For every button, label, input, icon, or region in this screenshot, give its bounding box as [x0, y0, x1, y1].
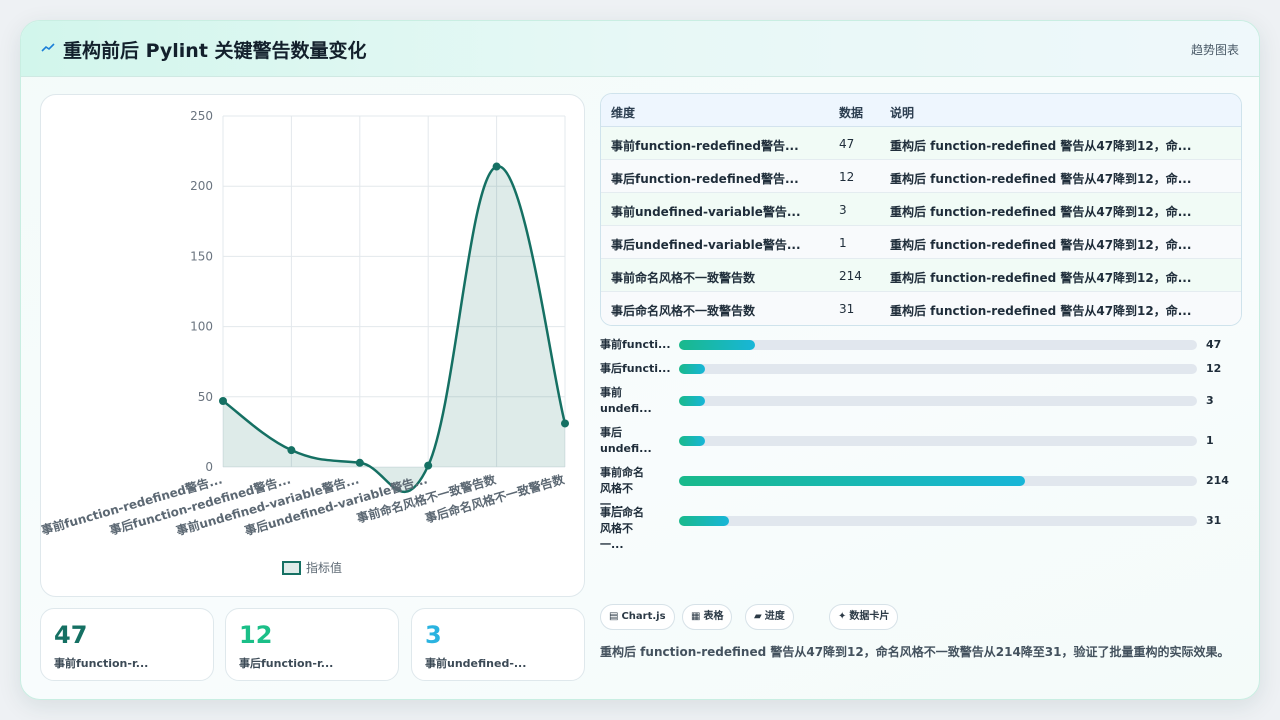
chip-1[interactable]: ▦ 表格 — [682, 604, 733, 630]
cell-note: 重构后 function-redefined 警告从47降到12，命... — [890, 139, 1192, 153]
y-tick-label: 200 — [190, 179, 213, 193]
chip-3[interactable]: ✦ 数据卡片 — [829, 604, 899, 630]
table-row: 事前undefined-variable警告... 3 重构后 function-r… — [601, 193, 1241, 226]
cell-note: 重构后 function-redefined 警告从47降到12，命... — [890, 172, 1192, 186]
y-tick-label: 0 — [205, 460, 213, 474]
progress-track — [679, 340, 1197, 350]
progress-label: 事后命名风格不一... — [600, 506, 644, 551]
progress-label: 事前undefi... — [600, 386, 652, 415]
kpi-label: 事前undefined-... — [425, 657, 527, 670]
header-note: 说明 — [890, 106, 915, 120]
table-row: 事后undefined-variable警告... 1 重构后 function-r… — [601, 226, 1241, 259]
trend-icon — [41, 43, 55, 52]
line-chart: 050100150200250事前function-redefined警告...… — [41, 109, 569, 575]
header-dimension: 维度 — [611, 106, 636, 120]
progress-value: 214 — [1206, 474, 1229, 487]
table-row: 事前命名风格不一致警告数 214 重构后 function-redefined 警告… — [601, 259, 1241, 292]
table-row: 事后命名风格不一致警告数 31 重构后 function-redefined 警告从… — [601, 292, 1241, 325]
cell-value: 47 — [839, 137, 855, 151]
header-data: 数据 — [839, 106, 864, 120]
progress-fill — [679, 516, 730, 526]
kpi-label: 事后function-r... — [239, 657, 334, 670]
data-point — [492, 162, 501, 171]
progress-track — [679, 364, 1197, 374]
data-point — [355, 458, 364, 467]
cell-note: 重构后 function-redefined 警告从47降到12，命... — [890, 205, 1192, 219]
progress-value: 3 — [1206, 394, 1214, 407]
chip-label: Chart.js — [621, 611, 666, 622]
progress-value: 31 — [1206, 514, 1222, 527]
cell-dimension: 事后function-redefined警告... — [611, 172, 799, 186]
kpi-value: 47 — [54, 621, 88, 649]
cell-value: 31 — [839, 302, 855, 316]
progress-value: 1 — [1206, 434, 1214, 447]
sparkle-icon: ✦ — [838, 611, 847, 622]
cell-dimension: 事后命名风格不一致警告数 — [611, 304, 756, 318]
cell-note: 重构后 function-redefined 警告从47降到12，命... — [890, 238, 1192, 252]
y-tick-label: 50 — [198, 390, 213, 404]
cell-note: 重构后 function-redefined 警告从47降到12，命... — [890, 304, 1192, 318]
legend-swatch — [282, 561, 301, 575]
data-point — [287, 446, 296, 455]
progress-track — [679, 516, 1197, 526]
cell-value: 1 — [839, 236, 847, 250]
progress-track — [679, 396, 1197, 406]
chart-icon: ▤ — [609, 611, 619, 622]
progress-track — [679, 436, 1197, 446]
cell-dimension: 事前function-redefined警告... — [611, 139, 799, 153]
cell-dimension: 事前undefined-variable警告... — [611, 205, 801, 219]
legend-label: 指标值 — [306, 560, 342, 575]
progress-value: 47 — [1206, 338, 1222, 351]
cell-note: 重构后 function-redefined 警告从47降到12，命... — [890, 271, 1192, 285]
chip-label: 表格 — [703, 611, 724, 622]
cell-value: 12 — [839, 170, 855, 184]
series-area — [223, 166, 565, 492]
chip-label: 数据卡片 — [849, 611, 890, 622]
chip-chartjs0[interactable]: ▤ Chart.js — [600, 604, 675, 630]
progress-list: 事前functi... 47 事后functi... 12 事前undefi... 3 事后… — [600, 336, 1242, 551]
kpi-card: 47 事前function-r... — [40, 608, 214, 681]
progress-fill — [679, 396, 705, 406]
progress-label: 事后functi... — [600, 362, 671, 375]
cell-dimension: 事前命名风格不一致警告数 — [611, 271, 756, 285]
progress-fill — [679, 340, 756, 350]
progress-fill — [679, 436, 705, 446]
table-row: 事前function-redefined警告... 47 重构后 function-… — [601, 127, 1241, 160]
data-point — [561, 419, 569, 428]
y-tick-label: 100 — [190, 320, 213, 334]
progress-fill — [679, 476, 1026, 486]
table-row: 事后function-redefined警告... 12 重构后 function-… — [601, 160, 1241, 193]
table-header: 维度 数据 说明 — [601, 94, 1241, 127]
chart-type-tag: 趋势图表 — [1190, 43, 1239, 57]
progress-value: 12 — [1206, 362, 1222, 375]
y-tick-label: 150 — [190, 249, 213, 263]
kpi-card: 12 事后function-r... — [225, 608, 399, 681]
page-title: 重构前后 Pylint 关键警告数量变化 — [63, 40, 367, 62]
card-header: 重构前后 Pylint 关键警告数量变化 趋势图表 — [21, 21, 1259, 77]
kpi-card: 3 事前undefined-... — [411, 608, 585, 681]
data-table: 维度 数据 说明 事前function-redefined警告... 47 重构后 … — [600, 93, 1242, 326]
progress-fill — [679, 364, 705, 374]
progress-icon: ▰ — [754, 611, 762, 622]
dashboard-card: 重构前后 Pylint 关键警告数量变化 趋势图表 0 50 100 150 200 25… — [20, 20, 1260, 700]
cell-value: 3 — [839, 203, 847, 217]
cell-dimension: 事后undefined-variable警告... — [611, 238, 801, 252]
kpi-label: 事前function-r... — [54, 657, 149, 670]
data-point — [424, 461, 433, 470]
kpi-value: 12 — [239, 621, 273, 649]
progress-label: 事前functi... — [600, 338, 671, 351]
summary-text: 重构后 function-redefined 警告从47降到12，命名风格不一致… — [600, 645, 1230, 659]
kpi-value: 3 — [425, 621, 442, 649]
progress-label: 事后undefi... — [600, 426, 652, 455]
table-icon: ▦ — [691, 611, 701, 622]
y-tick-label: 250 — [190, 109, 213, 123]
data-point — [219, 397, 227, 406]
progress-track — [679, 476, 1197, 486]
cell-value: 214 — [839, 269, 862, 283]
chip-label: 进度 — [764, 611, 785, 622]
chip-2[interactable]: ▰ 进度 — [745, 604, 794, 630]
line-chart-panel: 0 50 100 150 200 250 事前function-redefined警告...… — [40, 94, 585, 597]
